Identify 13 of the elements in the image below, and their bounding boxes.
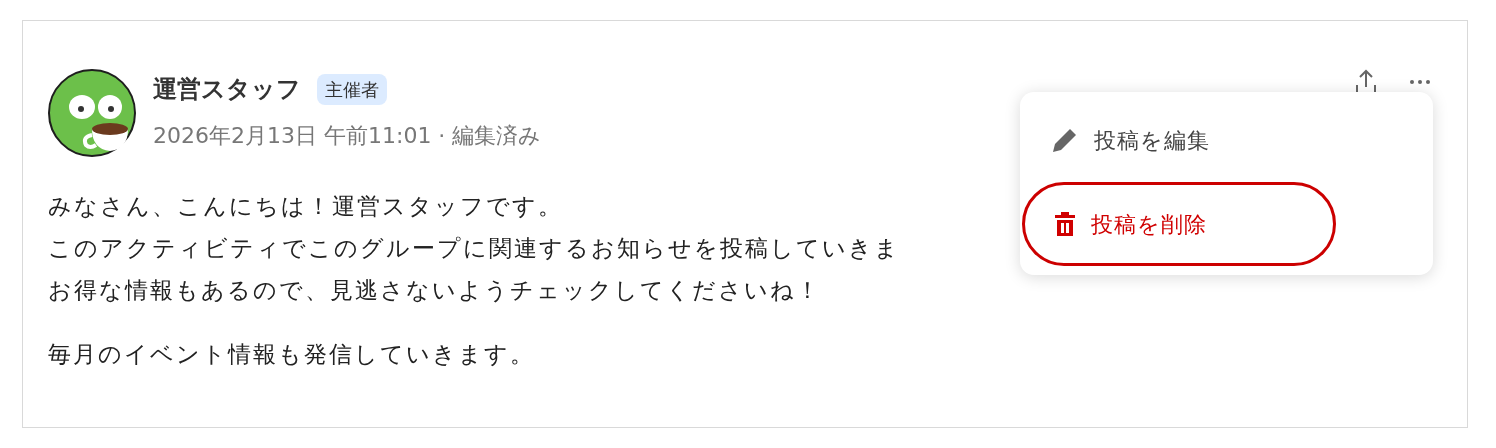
share-icon [1354, 69, 1378, 95]
post-text-line: お得な情報もあるので、見逃さないようチェックしてくださいね！ [48, 276, 821, 305]
edit-menu-item[interactable]: 投稿を編集 [1022, 98, 1336, 182]
trash-icon [1055, 212, 1075, 236]
delete-menu-item[interactable]: 投稿を削除 [1022, 182, 1336, 266]
post-text-line: このアクティビティでこのグループに関連するお知らせを投稿していきま [48, 234, 900, 263]
author-name: 運営スタッフ [153, 74, 301, 105]
post-meta: 2026年2月13日 午前11:01 · 編集済み [153, 122, 542, 150]
more-icon [1410, 80, 1430, 84]
post-text-line: みなさん、こんにちは！運営スタッフです。 [48, 192, 563, 221]
pencil-icon [1052, 127, 1078, 153]
role-badge: 主催者 [317, 73, 387, 105]
post-text-line: 毎月のイベント情報も発信していきます。 [48, 340, 535, 369]
